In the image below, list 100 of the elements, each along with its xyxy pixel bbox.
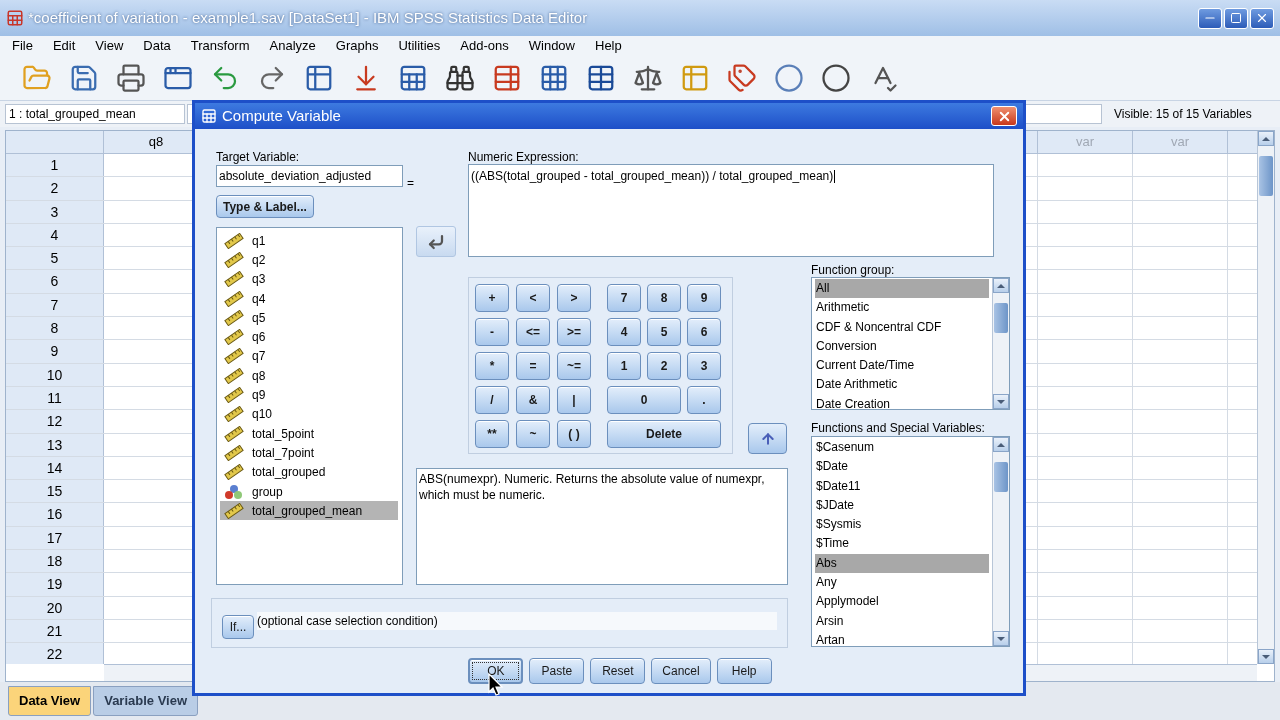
row-header[interactable]: 6 xyxy=(6,270,104,293)
variable-item[interactable]: q3 xyxy=(220,269,398,289)
cell-reference-field[interactable]: 1 : total_grouped_mean xyxy=(5,104,185,124)
list-item[interactable]: Arithmetic xyxy=(815,298,989,318)
menu-item[interactable]: Analyze xyxy=(269,35,316,56)
type-label-button[interactable]: Type & Label... xyxy=(216,195,314,218)
keypad-key[interactable]: & xyxy=(516,386,550,414)
menu-item[interactable]: View xyxy=(95,35,124,56)
menu-item[interactable]: Graphs xyxy=(335,35,379,56)
keypad-key[interactable]: - xyxy=(475,318,509,346)
dialog-button[interactable]: Help xyxy=(716,658,772,684)
keypad-key[interactable]: 9 xyxy=(687,284,721,312)
list-item[interactable]: $JDate xyxy=(815,495,989,516)
variable-item[interactable]: q5 xyxy=(220,308,398,328)
minimize-button[interactable] xyxy=(1198,7,1222,29)
variable-item[interactable]: q10 xyxy=(220,404,398,424)
maximize-button[interactable] xyxy=(1224,7,1248,29)
dialog-button[interactable]: Cancel xyxy=(651,658,711,684)
keypad-key[interactable]: / xyxy=(475,386,509,414)
scrollbar[interactable] xyxy=(992,437,1009,646)
menu-item[interactable]: Help xyxy=(595,35,622,56)
row-header[interactable]: 22 xyxy=(6,643,104,664)
keypad-key[interactable]: ~ xyxy=(516,420,550,448)
menu-item[interactable]: Utilities xyxy=(398,35,441,56)
target-field[interactable]: absolute_deviation_adjusted xyxy=(216,165,403,187)
list-item[interactable]: Any xyxy=(815,573,989,593)
list-item[interactable]: Date Creation xyxy=(815,394,989,409)
keypad-key[interactable]: 8 xyxy=(647,284,681,312)
keypad-key[interactable]: 7 xyxy=(607,284,641,312)
keypad-key[interactable]: 0 xyxy=(607,386,681,414)
keypad-key[interactable]: 1 xyxy=(607,352,641,380)
row-header[interactable]: 17 xyxy=(6,526,104,550)
list-item[interactable]: $Sysmis xyxy=(815,515,989,535)
variable-item[interactable]: total_grouped xyxy=(220,462,398,482)
row-header[interactable]: 3 xyxy=(6,200,104,223)
row-header[interactable]: 1 xyxy=(6,154,104,177)
keypad-key[interactable]: >= xyxy=(557,318,591,346)
menu-item[interactable]: Edit xyxy=(52,35,76,56)
variable-item[interactable]: total_5point xyxy=(220,423,398,444)
list-item[interactable]: Applymodel xyxy=(815,592,989,612)
list-item[interactable]: Arsin xyxy=(815,611,989,631)
list-item[interactable]: $Casenum xyxy=(815,438,989,458)
keypad-key[interactable]: 3 xyxy=(687,352,721,380)
list-item[interactable]: Artan xyxy=(815,630,989,646)
keypad-key[interactable]: 6 xyxy=(687,318,721,346)
list-item[interactable]: $Date xyxy=(815,457,989,477)
keypad-key[interactable]: ** xyxy=(475,420,509,448)
scrollbar[interactable] xyxy=(992,278,1009,409)
view-tab[interactable]: Variable View xyxy=(93,686,199,716)
dialog-button[interactable]: Paste xyxy=(529,658,585,684)
row-header[interactable]: 21 xyxy=(6,619,104,643)
move-up-button[interactable] xyxy=(748,423,787,454)
variable-item[interactable]: q1 xyxy=(220,231,398,251)
row-header[interactable]: 19 xyxy=(6,573,104,596)
list-item[interactable]: All xyxy=(815,279,989,299)
scrollbar[interactable] xyxy=(1257,131,1274,664)
keypad-key[interactable]: 2 xyxy=(647,352,681,380)
variable-item[interactable]: total_grouped_mean xyxy=(220,501,398,521)
dialog-button[interactable]: Reset xyxy=(590,658,646,684)
keypad-key[interactable]: . xyxy=(687,386,721,414)
circle-icon[interactable] xyxy=(821,62,851,93)
keypad-key[interactable]: <= xyxy=(516,318,550,346)
variable-item[interactable]: q2 xyxy=(220,250,398,270)
row-header[interactable]: 4 xyxy=(6,223,104,247)
variable-item[interactable]: q7 xyxy=(220,346,398,367)
expression-field[interactable]: ((ABS(total_grouped - total_grouped_mean)) / total_grouped_mean) xyxy=(468,164,994,257)
variable-item[interactable]: q4 xyxy=(220,288,398,309)
tags-icon[interactable] xyxy=(727,62,757,93)
list-item[interactable]: $Date11 xyxy=(815,476,989,496)
list-item[interactable]: CDF & Noncentral CDF xyxy=(815,317,989,337)
row-header[interactable]: 8 xyxy=(6,317,104,340)
menu-item[interactable]: Window xyxy=(528,35,575,56)
row-header[interactable]: 10 xyxy=(6,363,104,386)
keypad-key[interactable]: 5 xyxy=(647,318,681,346)
row-header[interactable]: 16 xyxy=(6,503,104,526)
row-header[interactable]: 2 xyxy=(6,177,104,200)
keypad-key[interactable]: * xyxy=(475,352,509,380)
move-right-button[interactable] xyxy=(416,226,456,257)
row-header[interactable]: 18 xyxy=(6,550,104,573)
menu-item[interactable]: Transform xyxy=(190,35,250,56)
printer-icon[interactable] xyxy=(116,62,146,93)
keypad-key[interactable]: Delete xyxy=(607,420,721,448)
list-item[interactable]: Abs xyxy=(815,553,989,574)
row-header[interactable]: 5 xyxy=(6,247,104,270)
keypad-key[interactable]: = xyxy=(516,352,550,380)
view-tab[interactable]: Data View xyxy=(8,686,92,716)
keypad-key[interactable]: > xyxy=(557,284,591,312)
menu-item[interactable]: Data xyxy=(143,35,171,56)
close-button[interactable] xyxy=(991,106,1017,126)
variable-item[interactable]: q6 xyxy=(220,327,398,347)
menu-item[interactable]: File xyxy=(12,35,33,56)
close-button[interactable] xyxy=(1250,7,1274,29)
keypad-key[interactable]: 4 xyxy=(607,318,641,346)
variable-item[interactable]: group xyxy=(220,481,398,502)
row-header[interactable]: 14 xyxy=(6,456,104,480)
variable-item[interactable]: total_7point xyxy=(220,443,398,463)
list-item[interactable]: Conversion xyxy=(815,336,989,357)
circle-icon[interactable] xyxy=(774,62,804,93)
keypad-key[interactable]: < xyxy=(516,284,550,312)
keypad-key[interactable]: ~= xyxy=(557,352,591,380)
